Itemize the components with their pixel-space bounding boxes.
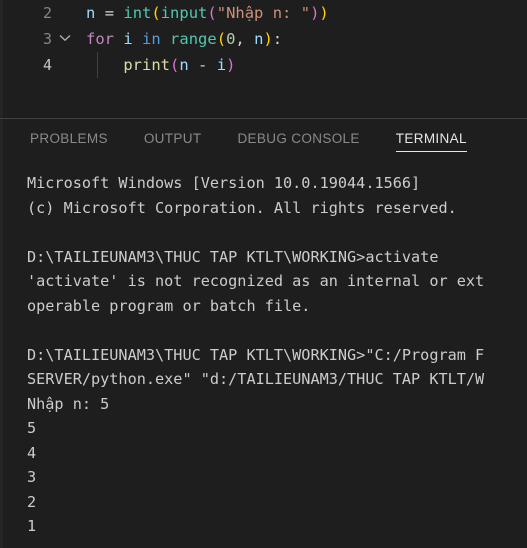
code-token: n (86, 4, 96, 22)
code-text: print(n - i) (86, 52, 235, 78)
tab-debug-console[interactable]: DEBUG CONSOLE (237, 119, 359, 159)
code-token: = (104, 4, 115, 22)
terminal-line: Nhập n: 5 (27, 394, 110, 413)
line-number: 2 (42, 4, 52, 22)
code-token: ) (310, 4, 320, 22)
terminal-line: operable program or batch file. (27, 296, 311, 315)
code-text: n = int(input("Nhập n: ")) (86, 0, 329, 26)
code-token: ( (170, 56, 180, 74)
terminal-line: Microsoft Windows [Version 10.0.19044.15… (27, 174, 421, 192)
terminal-output[interactable]: Microsoft Windows [Version 10.0.19044.15… (0, 159, 527, 548)
bottom-panel: PROBLEMS OUTPUT DEBUG CONSOLE TERMINAL Micr… (0, 118, 527, 548)
code-token: in (142, 30, 161, 48)
code-token: int (123, 4, 152, 22)
code-line[interactable]: 2n = int(input("Nhập n: ")) (0, 0, 527, 26)
line-number: 3 (42, 30, 52, 48)
code-token: - (198, 56, 208, 74)
tab-output[interactable]: OUTPUT (144, 119, 202, 159)
code-text: for i in range(0, n): (86, 26, 282, 52)
terminal-line: 3 (27, 468, 37, 486)
editor-line-container: 2n = int(input("Nhập n: ")) 3 for i in ran… (0, 0, 527, 78)
terminal-line: SERVER/python.exe" "d:/TAILIEUNAM3/THUC … (27, 370, 485, 388)
panel-left-border (0, 119, 3, 548)
code-token: ) (226, 56, 236, 74)
terminal-line: (c) Microsoft Corporation. All rights re… (27, 198, 457, 217)
terminal-line: 2 (27, 492, 37, 511)
code-token: print (123, 56, 170, 74)
code-token: : (272, 30, 283, 48)
tab-problems[interactable]: PROBLEMS (30, 119, 108, 159)
terminal-line: 4 (27, 443, 37, 462)
terminal-line: 1 (27, 517, 37, 535)
code-editor[interactable]: 2n = int(input("Nhập n: ")) 3 for i in ran… (0, 0, 527, 118)
code-token: 0 (226, 30, 236, 48)
chevron-down-icon[interactable] (58, 26, 76, 52)
terminal-line: 'activate' is not recognized as an inter… (27, 272, 485, 290)
code-token: i (216, 56, 227, 74)
vscode-window: 2n = int(input("Nhập n: ")) 3 for i in ran… (0, 0, 527, 548)
tab-terminal[interactable]: TERMINAL (395, 119, 467, 159)
code-token: input (160, 4, 208, 22)
code-line[interactable]: 4 print(n - i) (0, 52, 527, 78)
code-token: , (235, 30, 245, 48)
terminal-line: D:\TAILIEUNAM3\THUC TAP KTLT\WORKING>"C:… (27, 345, 485, 364)
terminal-line: D:\TAILIEUNAM3\THUC TAP KTLT\WORKING>act… (27, 247, 439, 266)
code-token: n (179, 56, 189, 74)
line-number: 4 (42, 56, 52, 74)
code-token: for (86, 30, 114, 48)
code-token: ) (263, 30, 273, 48)
panel-tab-bar: PROBLEMS OUTPUT DEBUG CONSOLE TERMINAL (0, 119, 527, 159)
terminal-line: 5 (27, 419, 37, 437)
code-line[interactable]: 3 for i in range(0, n): (0, 26, 527, 52)
code-token: ( (216, 30, 227, 48)
code-token: i (123, 30, 133, 48)
code-token: ) (319, 4, 329, 22)
code-token: ( (207, 4, 217, 22)
editor-left-border (0, 0, 3, 118)
code-token: range (170, 30, 217, 48)
code-token: ( (151, 4, 161, 22)
code-token: "Nhập n: " (216, 4, 311, 22)
